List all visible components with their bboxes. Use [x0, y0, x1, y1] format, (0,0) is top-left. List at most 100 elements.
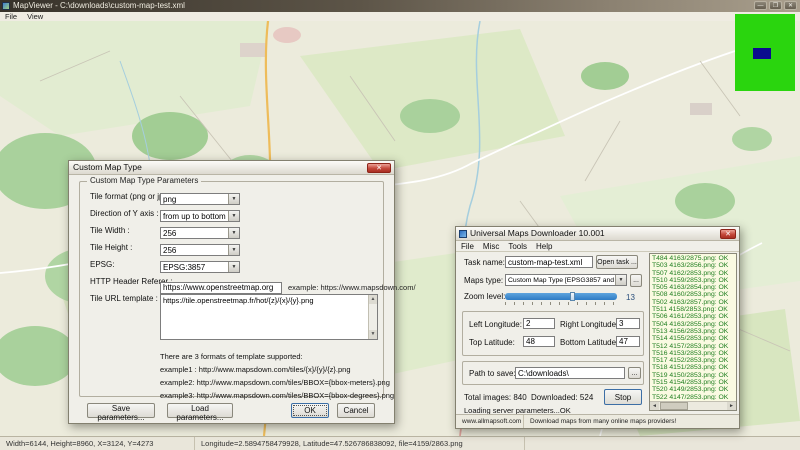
- universal-maps-downloader-window: Universal Maps Downloader 10.001 ✕ File M…: [455, 226, 740, 429]
- close-icon[interactable]: ✕: [367, 163, 391, 173]
- groupbox-label: Custom Map Type Parameters: [87, 176, 201, 186]
- template-label: Tile URL template :: [90, 294, 160, 303]
- menu-item[interactable]: File: [5, 12, 17, 21]
- task-name-label: Task name:: [464, 258, 505, 267]
- menu-item[interactable]: Tools: [508, 241, 527, 251]
- download-log-panel[interactable]: T484 4163/2875.png: OKT503 4163/2856.png…: [649, 253, 737, 411]
- scroll-down-icon[interactable]: ▼: [369, 330, 377, 339]
- scroll-left-icon[interactable]: ◄: [650, 402, 659, 410]
- mapviewer-app-icon: [2, 2, 10, 10]
- save-parameters-button[interactable]: Save parameters...: [87, 403, 155, 418]
- template-textarea[interactable]: https://tile.openstreetmap.fr/hot/{z}/{x…: [160, 294, 378, 340]
- maps-type-combo[interactable]: Custom Map Type [EPSG3857 and EPSG4326 s…: [505, 274, 627, 286]
- status-spacer: [525, 437, 800, 450]
- log-entry: T516 4153/2853.png: OK: [652, 350, 735, 357]
- menu-item[interactable]: Help: [536, 241, 552, 251]
- chevron-down-icon: ▼: [228, 211, 239, 221]
- task-name-input[interactable]: [505, 256, 593, 268]
- close-icon[interactable]: ✕: [720, 229, 736, 239]
- referer-input[interactable]: [160, 282, 282, 294]
- referer-label: HTTP Header Referer :: [90, 277, 160, 286]
- chevron-down-icon: ▼: [228, 245, 239, 255]
- log-entry: T484 4163/2875.png: OK: [652, 255, 735, 262]
- horizontal-scrollbar[interactable]: ◄ ►: [650, 401, 736, 410]
- log-entry: T522 4147/2853.png: OK: [652, 394, 735, 400]
- maximize-button[interactable]: ❐: [769, 1, 782, 10]
- combo-select[interactable]: 256▼: [160, 244, 240, 256]
- custom-map-type-dialog: Custom Map Type ✕ Custom Map Type Parame…: [68, 160, 395, 424]
- open-task-button[interactable]: Open task ...: [596, 255, 638, 269]
- help-line: There are 3 formats of template supporte…: [160, 350, 375, 363]
- mapviewer-statusbar: Width=6144, Height=8960, X=3124, Y=4273 …: [0, 436, 800, 450]
- custom-dialog-title: Custom Map Type: [73, 161, 142, 174]
- ok-button[interactable]: OK: [291, 403, 329, 418]
- form-row: EPSG:EPSG:3857▼: [90, 260, 375, 277]
- zoom-slider-thumb[interactable]: [570, 292, 575, 301]
- menu-item[interactable]: File: [461, 241, 474, 251]
- chevron-down-icon: ▼: [228, 228, 239, 238]
- scrollbar-thumb[interactable]: [660, 402, 688, 410]
- stop-button[interactable]: Stop: [604, 389, 642, 405]
- total-images-label: Total images: 840: [464, 393, 527, 402]
- umd-app-icon: [459, 230, 467, 238]
- path-groupbox: Path to save: ...: [462, 361, 644, 385]
- top-latitude-label: Top Latitude:: [469, 338, 515, 347]
- maps-type-browse-button[interactable]: ...: [630, 274, 642, 287]
- combo-select[interactable]: 256▼: [160, 227, 240, 239]
- path-browse-button[interactable]: ...: [628, 367, 641, 379]
- zoom-slider[interactable]: [505, 293, 617, 300]
- bottom-latitude-input[interactable]: [616, 336, 640, 347]
- form-row: Tile Height :256▼: [90, 243, 375, 260]
- log-entry: T504 4163/2855.png: OK: [652, 321, 735, 328]
- form-row: Direction of Y axis :from up to bottom▼: [90, 209, 375, 226]
- combo-select[interactable]: png▼: [160, 193, 240, 205]
- combo-select[interactable]: from up to bottom▼: [160, 210, 240, 222]
- help-line: example3: http://www.mapsdown.com/tiles/…: [160, 389, 375, 402]
- downloaded-label: Downloaded: 524: [531, 393, 593, 402]
- log-entry: T511 4158/2853.png: OK: [652, 306, 735, 313]
- log-entry: T517 4152/2853.png: OK: [652, 357, 735, 364]
- vertical-scrollbar[interactable]: ▲▼: [368, 295, 377, 339]
- zoom-level-value: 13: [626, 293, 635, 302]
- log-entry: T518 4151/2853.png: OK: [652, 364, 735, 371]
- path-to-save-label: Path to save:: [469, 369, 516, 378]
- scroll-right-icon[interactable]: ►: [727, 402, 736, 410]
- mapviewer-titlebar: MapViewer - C:\downloads\custom-map-test…: [0, 0, 800, 12]
- mapviewer-title: MapViewer - C:\downloads\custom-map-test…: [13, 0, 185, 12]
- log-entry: T503 4163/2856.png: OK: [652, 262, 735, 269]
- left-longitude-label: Left Longitude:: [469, 320, 522, 329]
- help-line: example2: http://www.mapsdown.com/tiles/…: [160, 376, 375, 389]
- cancel-button[interactable]: Cancel: [337, 403, 375, 418]
- log-entry: T508 4160/2853.png: OK: [652, 291, 735, 298]
- load-parameters-button[interactable]: Load parameters...: [167, 403, 233, 418]
- log-entry: T520 4149/2853.png: OK: [652, 386, 735, 393]
- combo-rows: Tile format (png or jpg):png▼ Direction …: [90, 192, 375, 277]
- status-geo-info: Longitude=2.5894758479928, Latitude=47.5…: [195, 437, 525, 450]
- combo-select[interactable]: EPSG:3857▼: [160, 261, 240, 273]
- umd-titlebar: Universal Maps Downloader 10.001 ✕: [456, 227, 739, 241]
- menu-item[interactable]: View: [27, 12, 43, 21]
- menu-item[interactable]: Misc: [483, 241, 499, 251]
- footer-tagline: Download maps from many online maps prov…: [524, 415, 739, 428]
- close-button[interactable]: ✕: [784, 1, 797, 10]
- custom-dialog-titlebar: Custom Map Type ✕: [69, 161, 394, 175]
- help-line: example1 : http://www.mapsdown.com/tiles…: [160, 363, 375, 376]
- minimize-button[interactable]: —: [754, 1, 767, 10]
- top-latitude-input[interactable]: [523, 336, 555, 347]
- bottom-latitude-label: Bottom Latitude:: [560, 338, 618, 347]
- log-entry: T507 4162/2853.png: OK: [652, 270, 735, 277]
- chevron-down-icon: ▼: [228, 194, 239, 204]
- template-row: Tile URL template :https://tile.openstre…: [90, 294, 375, 346]
- path-to-save-input[interactable]: [515, 367, 625, 379]
- log-entry: T512 4157/2853.png: OK: [652, 343, 735, 350]
- right-longitude-input[interactable]: [616, 318, 640, 329]
- download-area-overlay: [735, 14, 795, 91]
- maps-type-label: Maps type:: [464, 276, 503, 285]
- custom-parameters-groupbox: Custom Map Type Parameters Tile format (…: [79, 181, 384, 397]
- right-longitude-label: Right Longitude:: [560, 320, 618, 329]
- log-entry: T514 4155/2853.png: OK: [652, 335, 735, 342]
- desktop: MapViewer - C:\downloads\custom-map-test…: [0, 0, 800, 450]
- scroll-up-icon[interactable]: ▲: [369, 295, 377, 304]
- left-longitude-input[interactable]: [523, 318, 555, 329]
- field-label: Tile Height :: [90, 243, 160, 252]
